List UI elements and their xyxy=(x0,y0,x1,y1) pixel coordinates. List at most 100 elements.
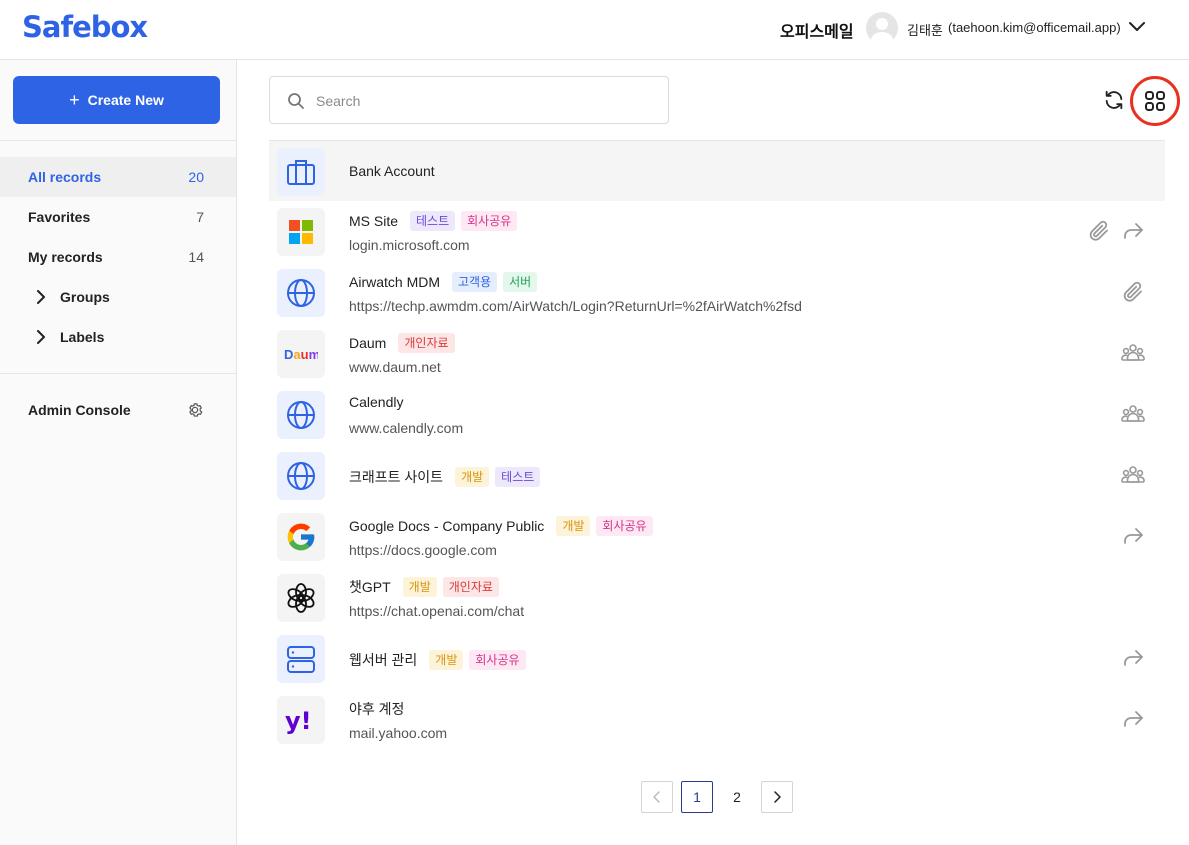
refresh-icon[interactable] xyxy=(1103,89,1125,111)
app-logo[interactable]: Safebox xyxy=(22,10,148,44)
record-row[interactable]: y! 야후 계정 mail.yahoo.com xyxy=(269,689,1165,750)
next-page-button[interactable] xyxy=(761,781,793,813)
record-tag[interactable]: 개발 xyxy=(556,516,591,537)
microsoft-logo xyxy=(277,208,325,256)
chevron-right-icon xyxy=(37,290,45,304)
record-title: 챗GPT xyxy=(349,579,391,596)
record-title: Daum xyxy=(349,335,387,352)
create-new-button[interactable]: + Create New xyxy=(13,76,220,124)
chevron-left-icon xyxy=(653,791,660,803)
record-url: mail.yahoo.com xyxy=(349,725,448,741)
sidebar: + Create New All records 20 Favorites 7 … xyxy=(0,60,237,845)
record-row[interactable]: Bank Account xyxy=(269,140,1165,201)
page-button-1[interactable]: 1 xyxy=(681,781,713,813)
record-url: www.calendly.com xyxy=(349,420,464,436)
attachment-icon[interactable] xyxy=(1087,219,1111,243)
prev-page-button[interactable] xyxy=(641,781,673,813)
record-row[interactable]: Airwatch MDM 고객용 서버 https://techp.awmdm.… xyxy=(269,262,1165,323)
record-title: Google Docs - Company Public xyxy=(349,518,545,535)
sidebar-item-all-records[interactable]: All records 20 xyxy=(0,157,236,197)
shared-group-icon[interactable] xyxy=(1121,463,1145,487)
user-email: (taehoon.kim@officemail.app) xyxy=(948,20,1121,35)
daum-logo: Daum xyxy=(277,330,325,378)
globe-icon xyxy=(277,269,325,317)
server-icon xyxy=(277,635,325,683)
record-tag[interactable]: 회사공유 xyxy=(469,650,526,671)
record-title: Bank Account xyxy=(349,163,435,179)
record-tag[interactable]: 서버 xyxy=(503,272,538,293)
sidebar-item-labels[interactable]: Labels xyxy=(0,317,236,357)
share-icon[interactable] xyxy=(1121,524,1145,548)
shared-group-icon[interactable] xyxy=(1121,402,1145,426)
record-tag[interactable]: 회사공유 xyxy=(461,211,518,232)
organization-name: 오피스메일 xyxy=(780,24,854,41)
record-title: Calendly xyxy=(349,394,404,410)
google-logo xyxy=(277,513,325,561)
sidebar-item-label: Labels xyxy=(60,329,105,345)
record-tag[interactable]: 개발 xyxy=(455,467,490,488)
record-tag[interactable]: 테스트 xyxy=(410,211,456,232)
briefcase-icon xyxy=(277,148,325,196)
record-row[interactable]: 웹서버 관리 개발 회사공유 xyxy=(269,628,1165,689)
record-row[interactable]: 챗GPT 개발 개인자료 https://chat.openai.com/cha… xyxy=(269,567,1165,628)
record-row[interactable]: 크래프트 사이트 개발 테스트 xyxy=(269,445,1165,506)
share-icon[interactable] xyxy=(1121,646,1145,670)
yahoo-logo: y! xyxy=(277,696,325,744)
chevron-right-icon xyxy=(37,330,45,344)
record-url: login.microsoft.com xyxy=(349,237,470,253)
record-title: MS Site xyxy=(349,213,399,230)
record-url: https://chat.openai.com/chat xyxy=(349,603,525,619)
record-tag[interactable]: 회사공유 xyxy=(596,516,653,537)
grid-view-icon xyxy=(1145,91,1165,111)
create-new-label: Create New xyxy=(87,92,164,108)
sidebar-item-count: 7 xyxy=(196,209,204,225)
sidebar-item-count: 14 xyxy=(188,249,204,265)
grid-view-button[interactable] xyxy=(1130,76,1180,126)
svg-text:y!: y! xyxy=(285,707,312,734)
sidebar-item-my-records[interactable]: My records 14 xyxy=(0,237,236,277)
gear-icon[interactable] xyxy=(186,401,204,419)
sidebar-item-label: Groups xyxy=(60,289,110,305)
openai-logo xyxy=(277,574,325,622)
sidebar-item-count: 20 xyxy=(188,169,204,185)
record-tag[interactable]: 개인자료 xyxy=(442,577,499,598)
user-avatar[interactable] xyxy=(866,12,898,44)
admin-console-link[interactable]: Admin Console xyxy=(28,402,131,418)
attachment-icon[interactable] xyxy=(1121,280,1145,304)
record-title: 크래프트 사이트 xyxy=(349,469,444,486)
record-title: Airwatch MDM xyxy=(349,274,441,291)
record-row[interactable]: Google Docs - Company Public 개발 회사공유 htt… xyxy=(269,506,1165,567)
record-tag[interactable]: 개발 xyxy=(402,577,437,598)
sidebar-divider xyxy=(0,373,236,374)
sidebar-item-favorites[interactable]: Favorites 7 xyxy=(0,197,236,237)
sidebar-item-label: All records xyxy=(28,169,102,185)
sidebar-item-label: Favorites xyxy=(28,209,91,225)
share-icon[interactable] xyxy=(1121,707,1145,731)
record-row[interactable]: MS Site 테스트 회사공유 login.microsoft.com xyxy=(269,201,1165,262)
record-row[interactable]: Calendly www.calendly.com xyxy=(269,384,1165,445)
chevron-right-icon xyxy=(774,791,781,803)
record-tag[interactable]: 개인자료 xyxy=(398,333,455,354)
record-title: 야후 계정 xyxy=(349,701,405,717)
shared-group-icon[interactable] xyxy=(1121,341,1145,365)
record-tag[interactable]: 개발 xyxy=(429,650,464,671)
record-url: https://docs.google.com xyxy=(349,542,497,558)
sidebar-item-groups[interactable]: Groups xyxy=(0,277,236,317)
record-tag[interactable]: 테스트 xyxy=(495,467,541,488)
chevron-down-icon[interactable] xyxy=(1128,20,1146,34)
record-url: https://techp.awmdm.com/AirWatch/Login?R… xyxy=(349,298,802,314)
record-url: www.daum.net xyxy=(349,359,441,375)
record-row[interactable]: Daum Daum 개인자료 www.daum.net xyxy=(269,323,1165,384)
record-tag[interactable]: 고객용 xyxy=(452,272,498,293)
search-input[interactable] xyxy=(316,89,656,113)
page-button-2[interactable]: 2 xyxy=(721,781,753,813)
user-name: 김태훈 xyxy=(907,23,943,38)
record-title: 웹서버 관리 xyxy=(349,652,418,669)
globe-icon xyxy=(277,452,325,500)
top-header: Safebox 오피스메일 김태훈 (taehoon.kim@officemai… xyxy=(0,0,1189,60)
sidebar-item-label: My records xyxy=(28,249,103,265)
sidebar-divider xyxy=(0,140,236,141)
search-icon xyxy=(288,93,304,109)
svg-text:Daum: Daum xyxy=(284,347,318,362)
share-icon[interactable] xyxy=(1121,219,1145,243)
